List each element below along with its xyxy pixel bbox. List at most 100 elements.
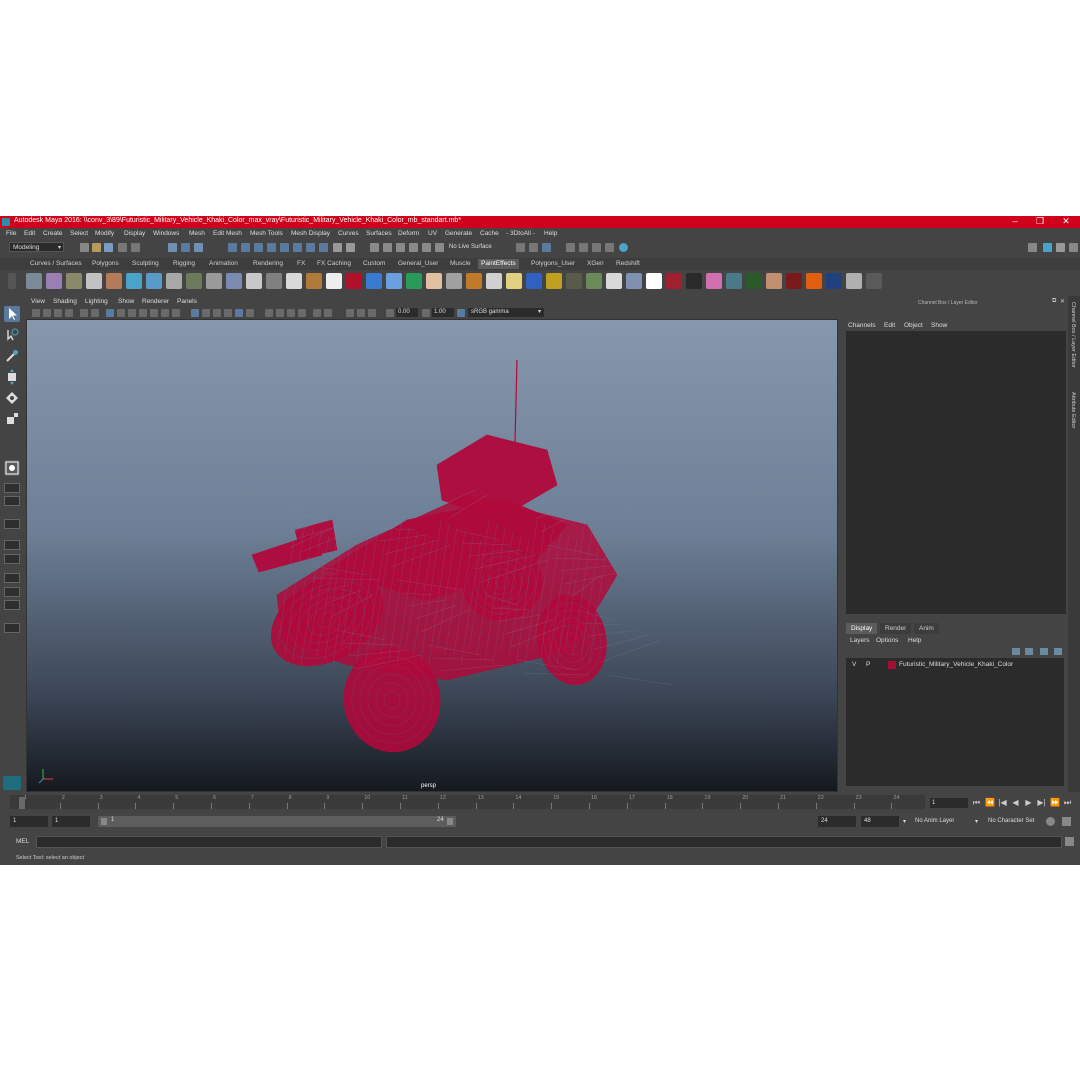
shelf-tab-polygons-user[interactable]: Polygons_User	[528, 259, 578, 269]
menu-mesh-tools[interactable]: Mesh Tools	[250, 230, 283, 237]
shelf-tab-animation[interactable]: Animation	[206, 259, 241, 269]
new-layer-selected-icon[interactable]	[1054, 648, 1062, 655]
texture-grass-icon[interactable]	[566, 273, 582, 289]
undo-icon[interactable]	[118, 243, 127, 252]
xray-icon[interactable]	[235, 309, 243, 317]
shelf-tab-polygons[interactable]: Polygons	[89, 259, 122, 269]
current-frame-field[interactable]: 1	[930, 798, 968, 808]
render-settings-icon[interactable]	[566, 243, 575, 252]
layer-visibility-toggle[interactable]: V	[852, 660, 856, 670]
shelf-tab-fx[interactable]: FX	[294, 259, 308, 269]
texture-metal-icon[interactable]	[206, 273, 222, 289]
move-layer-up-icon[interactable]	[1012, 648, 1020, 655]
gamma-icon[interactable]	[422, 309, 430, 317]
frame-all-icon[interactable]	[346, 309, 354, 317]
channel-object-menu[interactable]: Object	[904, 322, 923, 329]
shelf-tab-xgen[interactable]: XGen	[584, 259, 607, 269]
collapse-layout-icon[interactable]	[4, 623, 20, 633]
layer-playback-toggle[interactable]: P	[866, 660, 870, 670]
channels-menu[interactable]: Channels	[848, 322, 875, 329]
paint-scene-icon[interactable]	[66, 273, 82, 289]
shelf-options-icon[interactable]	[8, 273, 16, 289]
render-sphere-icon[interactable]	[619, 243, 628, 252]
menu-select[interactable]: Select	[70, 230, 88, 237]
texture-plant-icon[interactable]	[186, 273, 202, 289]
shelf-tab-fx-caching[interactable]: FX Caching	[314, 259, 354, 269]
shadows-icon[interactable]	[224, 309, 232, 317]
render-setup-icon[interactable]	[605, 243, 614, 252]
texture-flowers-icon[interactable]	[646, 273, 662, 289]
image-plane-icon[interactable]	[65, 309, 73, 317]
snap-view-icon[interactable]	[267, 243, 276, 252]
isolate-select-icon[interactable]	[313, 309, 321, 317]
magnet-view-icon[interactable]	[409, 243, 418, 252]
paint-select-tool-icon[interactable]	[4, 348, 20, 364]
motion-blur-icon[interactable]	[276, 309, 284, 317]
hud-icon[interactable]	[324, 309, 332, 317]
range-start-handle[interactable]	[101, 818, 107, 825]
step-back-icon[interactable]: ⏪	[985, 798, 995, 807]
perspective-viewport[interactable]: persp	[26, 319, 838, 792]
menu-display[interactable]: Display	[124, 230, 145, 237]
bookmarks-icon[interactable]	[54, 309, 62, 317]
graph-layout-icon[interactable]	[4, 540, 20, 550]
current-time-marker[interactable]	[19, 797, 25, 809]
viewport-menu-show[interactable]: Show	[118, 298, 134, 305]
channel-edit-menu[interactable]: Edit	[884, 322, 895, 329]
shelf-tab-muscle[interactable]: Muscle	[447, 259, 474, 269]
time-slider[interactable]: 1 2 3 4 5 6 7 8 9 10 11 12 13 14 15 16 17 18 19 20 21 22 23 24	[10, 795, 925, 809]
snap-bake-icon[interactable]	[319, 243, 328, 252]
animation-start-field[interactable]: 1	[10, 816, 48, 827]
layer-help-menu[interactable]: Help	[908, 637, 921, 644]
live-surface-label[interactable]: No Live Surface	[449, 244, 492, 250]
tab-anim[interactable]: Anim	[914, 623, 939, 634]
viewport-menu-panels[interactable]: Panels	[177, 298, 197, 305]
texture-gold-icon[interactable]	[506, 273, 522, 289]
texture-rainbow-icon[interactable]	[426, 273, 442, 289]
go-to-end-icon[interactable]: ⏭	[1063, 798, 1072, 807]
script-layout-icon[interactable]	[4, 573, 20, 583]
snap-surface-icon[interactable]	[280, 243, 289, 252]
camera-select-icon[interactable]	[32, 309, 40, 317]
viewport-menu-shading[interactable]: Shading	[53, 298, 77, 305]
anim-layer-dropdown[interactable]: No Anim Layer	[915, 818, 954, 824]
menu-deform[interactable]: Deform	[398, 230, 419, 237]
uv-layout-icon[interactable]	[4, 587, 20, 597]
save-scene-icon[interactable]	[104, 243, 113, 252]
channel-show-menu[interactable]: Show	[931, 322, 947, 329]
menu-surfaces[interactable]: Surfaces	[366, 230, 392, 237]
select-tool-icon[interactable]	[4, 306, 20, 322]
safe-action-icon[interactable]	[172, 309, 180, 317]
brush-stroke-icon[interactable]	[146, 273, 162, 289]
shelf-tab-redshift[interactable]: Redshift	[613, 259, 643, 269]
script-language-toggle[interactable]: MEL	[16, 838, 29, 845]
open-scene-icon[interactable]	[92, 243, 101, 252]
viewport-menu-lighting[interactable]: Lighting	[85, 298, 108, 305]
texture-gravel-icon[interactable]	[866, 273, 882, 289]
texture-cloud-icon[interactable]	[246, 273, 262, 289]
vehicle-wireframe-model[interactable]	[27, 320, 838, 792]
play-backwards-icon[interactable]: ◀	[1011, 798, 1020, 807]
texture-roses-icon[interactable]	[666, 273, 682, 289]
new-scene-icon[interactable]	[80, 243, 89, 252]
select-component-icon[interactable]	[194, 243, 203, 252]
texture-swirl-icon[interactable]	[486, 273, 502, 289]
snap-curve-icon[interactable]	[241, 243, 250, 252]
float-panel-icon[interactable]: ⧉	[1052, 298, 1056, 305]
options-menu[interactable]: Options	[876, 637, 898, 644]
script-editor-icon[interactable]	[1065, 837, 1074, 846]
go-to-start-icon[interactable]: ⏮	[972, 798, 981, 807]
viewport-menu-renderer[interactable]: Renderer	[142, 298, 169, 305]
magnet-vertex-icon[interactable]	[435, 243, 444, 252]
frame-selected-icon[interactable]	[357, 309, 365, 317]
pan-zoom-icon[interactable]	[368, 309, 376, 317]
shelf-tab-painteffects[interactable]: PaintEffects	[478, 259, 519, 269]
camera-attributes-icon[interactable]	[43, 309, 51, 317]
texture-sky-icon[interactable]	[386, 273, 402, 289]
human-ik-icon[interactable]	[1056, 243, 1065, 252]
shelf-tab-rendering[interactable]: Rendering	[250, 259, 286, 269]
redo-icon[interactable]	[131, 243, 140, 252]
ambient-occlusion-icon[interactable]	[265, 309, 273, 317]
render-frame-icon[interactable]	[529, 243, 538, 252]
select-hierarchy-icon[interactable]	[168, 243, 177, 252]
